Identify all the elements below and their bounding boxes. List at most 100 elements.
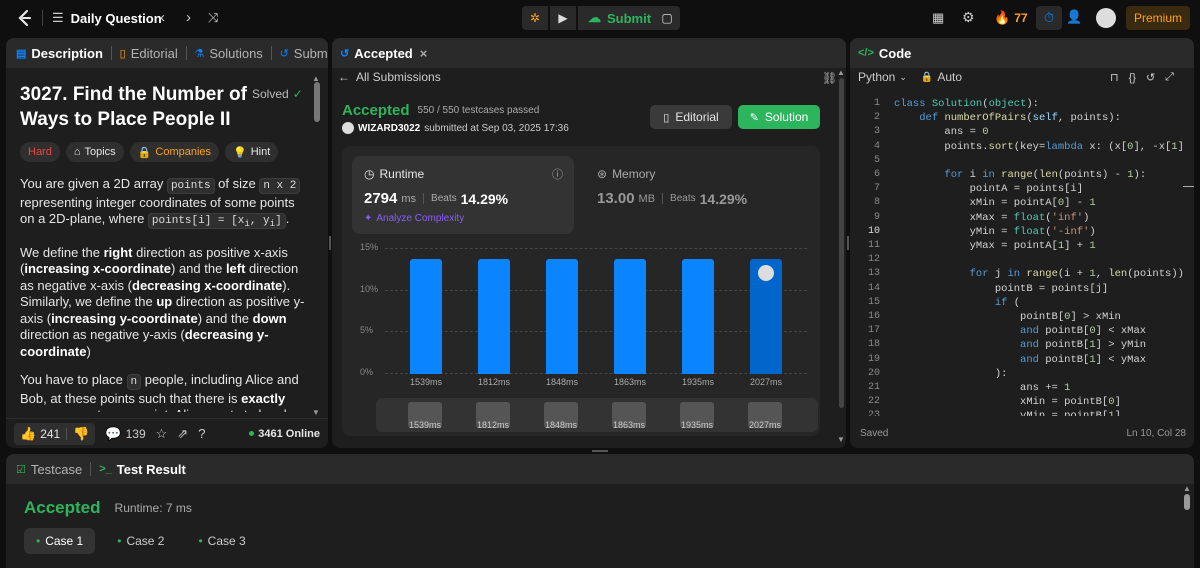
- vertical-splitter-left[interactable]: [329, 236, 331, 250]
- next-problem-icon[interactable]: ›: [186, 9, 191, 26]
- problem-list-button[interactable]: ☰ Daily Question: [52, 8, 162, 28]
- prev-problem-icon[interactable]: ‹: [160, 9, 165, 26]
- reset-icon[interactable]: ↺: [1146, 71, 1155, 84]
- tab-solutions[interactable]: ⚗ Solutions: [186, 46, 270, 61]
- tab-code[interactable]: </> Code: [850, 46, 919, 61]
- submission-status: Accepted: [342, 102, 410, 119]
- username[interactable]: WIZARD3022: [358, 123, 420, 134]
- panel-scroll-up-icon[interactable]: ▲: [837, 68, 845, 77]
- case-1-button[interactable]: • Case 1: [24, 528, 96, 554]
- tab-test-result[interactable]: >_ Test Result: [91, 462, 194, 477]
- horizontal-splitter[interactable]: [592, 450, 608, 452]
- code-line[interactable]: for i in range(len(points) - 1):: [894, 169, 1146, 183]
- code-line[interactable]: def numberOfPairs(self, points):: [894, 112, 1121, 126]
- my-submission-avatar: [758, 265, 774, 281]
- leetcode-logo-icon[interactable]: [14, 8, 34, 28]
- premium-button[interactable]: Premium: [1126, 6, 1190, 30]
- layout-grid-icon[interactable]: ▦: [932, 10, 944, 26]
- tab-editorial[interactable]: ▯ Editorial: [112, 46, 186, 61]
- code-editor[interactable]: 1 class Solution(object): 2 def numberOfPa…: [850, 96, 1184, 416]
- all-submissions-link[interactable]: ← All Submissions: [338, 70, 441, 84]
- tab-description[interactable]: ▤ Description: [6, 46, 111, 61]
- description-scrollbar[interactable]: [314, 82, 320, 122]
- comments-button[interactable]: 💬 139: [105, 426, 145, 442]
- like-button[interactable]: 👍 241 👎: [14, 422, 96, 445]
- format-code-icon[interactable]: {}: [1129, 72, 1136, 84]
- tab-testcase[interactable]: ☑ Testcase: [6, 462, 90, 477]
- share-link-icon[interactable]: ⛓: [822, 71, 837, 85]
- code-line[interactable]: pointB = points[j]: [894, 283, 1108, 297]
- code-line[interactable]: and pointB[0] < xMax: [894, 325, 1146, 339]
- code-line[interactable]: for j in range(i + 1, len(points)):: [894, 268, 1184, 282]
- code-line[interactable]: points.sort(key=lambda x: (x[0], -x[1])): [894, 141, 1184, 155]
- thumbs-down-icon[interactable]: 👎: [73, 426, 89, 442]
- chart-bar[interactable]: [614, 259, 646, 374]
- code-line[interactable]: pointB[0] > xMin: [894, 311, 1121, 325]
- timer-icon[interactable]: ⏱: [1036, 6, 1062, 30]
- avatar[interactable]: [1096, 8, 1116, 28]
- code-scrollbar-marker[interactable]: [1183, 186, 1194, 187]
- hint-tag[interactable]: 💡 Hint: [225, 142, 279, 162]
- topics-tag[interactable]: ⌂ Topics: [65, 142, 124, 162]
- edit-icon: ✎: [749, 111, 759, 124]
- code-line[interactable]: ans += 1: [894, 382, 1070, 396]
- share-icon[interactable]: ⇗: [177, 426, 188, 442]
- language-select[interactable]: Python ⌄: [858, 70, 907, 84]
- help-icon[interactable]: ?: [198, 426, 205, 441]
- chart-bar[interactable]: [478, 259, 510, 374]
- code-line[interactable]: xMin = pointA[0] - 1: [894, 197, 1096, 211]
- code-line[interactable]: xMax = float('inf'): [894, 212, 1090, 226]
- code-line[interactable]: ):: [894, 368, 1008, 382]
- scroll-down-icon[interactable]: ▼: [312, 408, 320, 417]
- vertical-splitter-right[interactable]: [847, 236, 849, 250]
- code-line[interactable]: ans = 0: [894, 126, 988, 140]
- scroll-up-icon[interactable]: ▲: [312, 74, 320, 83]
- tab-submissions[interactable]: ↺ Submissio: [272, 46, 328, 61]
- code-line[interactable]: and pointB[1] > yMin: [894, 339, 1146, 353]
- chevron-down-icon: ⌄: [899, 71, 907, 82]
- testcases-passed: 550 / 550 testcases passed: [417, 105, 540, 116]
- case-3-button[interactable]: • Case 3: [186, 528, 257, 554]
- code-line[interactable]: pointA = points[i]: [894, 183, 1083, 197]
- code-line[interactable]: if (: [894, 297, 1020, 311]
- line-number: 23: [867, 410, 880, 416]
- panel-scrollbar[interactable]: [839, 78, 844, 408]
- star-icon[interactable]: ☆: [156, 426, 168, 442]
- info-icon[interactable]: ⓘ: [552, 166, 563, 182]
- bookmark-icon[interactable]: ⊓: [1110, 71, 1119, 84]
- tab-accepted[interactable]: ↺ Accepted ×: [332, 46, 435, 61]
- case-2-button[interactable]: • Case 2: [105, 528, 176, 554]
- auto-mode[interactable]: 🔒 Auto: [921, 70, 962, 84]
- shuffle-icon[interactable]: ⤨: [208, 10, 218, 26]
- line-number: 9: [873, 211, 880, 223]
- debug-icon[interactable]: ✲: [522, 6, 548, 30]
- run-button[interactable]: ▶: [550, 6, 576, 30]
- code-line[interactable]: xMin = pointB[0]: [894, 396, 1121, 410]
- result-scrollbar[interactable]: [1184, 494, 1190, 510]
- chart-bar[interactable]: [410, 259, 442, 374]
- chart-bar[interactable]: [682, 259, 714, 374]
- memory-card[interactable]: ⊛ Memory: [597, 167, 655, 181]
- fullscreen-icon[interactable]: ⤢: [1165, 71, 1174, 84]
- add-friend-icon[interactable]: 👤: [1066, 9, 1082, 25]
- panel-scroll-down-icon[interactable]: ▼: [837, 435, 845, 444]
- close-tab-icon[interactable]: ×: [420, 46, 428, 61]
- code-line[interactable]: class Solution(object):: [894, 98, 1039, 112]
- solution-button[interactable]: ✎ Solution: [738, 105, 820, 129]
- streak-counter[interactable]: 🔥 77: [994, 10, 1028, 26]
- notes-icon[interactable]: ▢: [654, 6, 680, 30]
- code-line[interactable]: and pointB[1] < yMax: [894, 354, 1146, 368]
- analyze-complexity-link[interactable]: ✦ Analyze Complexity: [364, 213, 464, 224]
- result-scroll-up-icon[interactable]: ▲: [1183, 484, 1191, 493]
- editorial-button[interactable]: ▯ Editorial: [650, 105, 732, 129]
- settings-gear-icon[interactable]: ⚙: [962, 9, 975, 26]
- user-avatar[interactable]: [342, 122, 354, 134]
- companies-tag[interactable]: 🔒 Companies: [129, 142, 220, 162]
- line-number: 17: [867, 325, 880, 337]
- code-line[interactable]: yMin = pointB[1]: [894, 410, 1121, 416]
- chart-bar[interactable]: [546, 259, 578, 374]
- description-footer: 👍 241 👎 💬 139 ☆ ⇗ ? 3461 Online: [6, 418, 328, 448]
- code-line[interactable]: yMin = float('-inf'): [894, 226, 1096, 240]
- submit-button[interactable]: ☁ Submit: [578, 6, 662, 30]
- code-line[interactable]: yMax = pointA[1] + 1: [894, 240, 1096, 254]
